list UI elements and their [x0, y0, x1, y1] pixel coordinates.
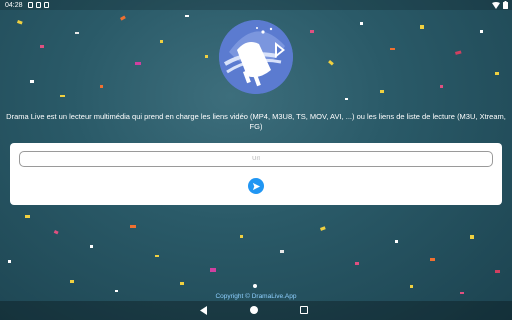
notification-icon: [27, 2, 33, 8]
url-input[interactable]: [19, 151, 493, 167]
notification-icon: [35, 2, 41, 8]
wifi-icon: [492, 1, 500, 9]
home-icon[interactable]: [250, 306, 258, 314]
app-logo: [219, 20, 293, 94]
url-card: [10, 143, 502, 205]
copyright-link[interactable]: Copyright © DramaLive.App: [0, 293, 512, 300]
status-notification-icons: [27, 2, 49, 8]
status-system-icons: [492, 1, 508, 9]
recents-icon[interactable]: [300, 306, 308, 314]
notification-icon: [43, 2, 49, 8]
send-icon: [252, 182, 260, 190]
drama-live-logo-icon: [219, 20, 293, 94]
navigation-bar: [0, 301, 512, 320]
page-indicator-dot: [253, 284, 257, 288]
back-icon[interactable]: [200, 306, 208, 315]
battery-icon: [503, 1, 508, 9]
app-description: Drama Live est un lecteur multimédia qui…: [6, 112, 506, 131]
status-time: 04:28: [5, 1, 23, 9]
status-bar: 04:28: [0, 0, 512, 10]
send-button[interactable]: [248, 178, 264, 194]
